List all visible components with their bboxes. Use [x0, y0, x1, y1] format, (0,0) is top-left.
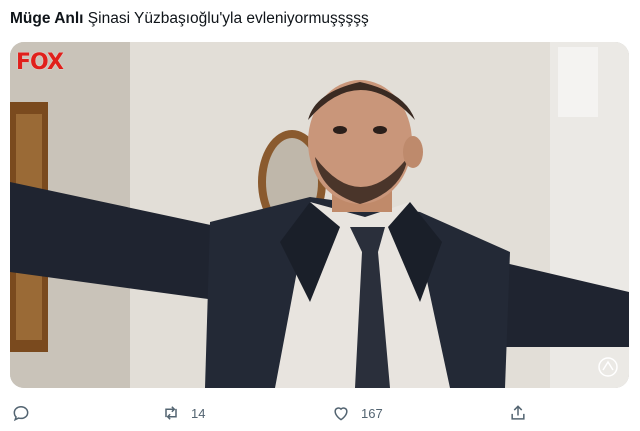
- tweet-text-line: Müge Anlı Şinasi Yüzbaşıoğlu'yla evleniy…: [10, 9, 630, 29]
- tweet-action-bar: 14 167: [0, 398, 640, 428]
- watermark-icon: [598, 357, 618, 377]
- author-name[interactable]: Müge Anlı: [10, 10, 83, 27]
- like-count: 167: [361, 405, 383, 421]
- media-image: [10, 42, 629, 388]
- heart-icon: [334, 407, 348, 421]
- tweet-media[interactable]: FOX: [10, 42, 629, 388]
- share-icon: [511, 405, 525, 420]
- share-button[interactable]: [508, 398, 528, 428]
- reply-button[interactable]: [11, 398, 41, 428]
- retweet-button[interactable]: 14: [161, 398, 205, 428]
- like-button[interactable]: 167: [331, 398, 383, 428]
- retweet-count: 14: [191, 405, 206, 421]
- channel-logo: FOX: [16, 50, 64, 75]
- retweet-icon: [165, 406, 177, 420]
- reply-icon: [13, 405, 29, 422]
- tweet-body: Şinasi Yüzbaşıoğlu'yla evleniyormuşşşşş: [87, 10, 369, 27]
